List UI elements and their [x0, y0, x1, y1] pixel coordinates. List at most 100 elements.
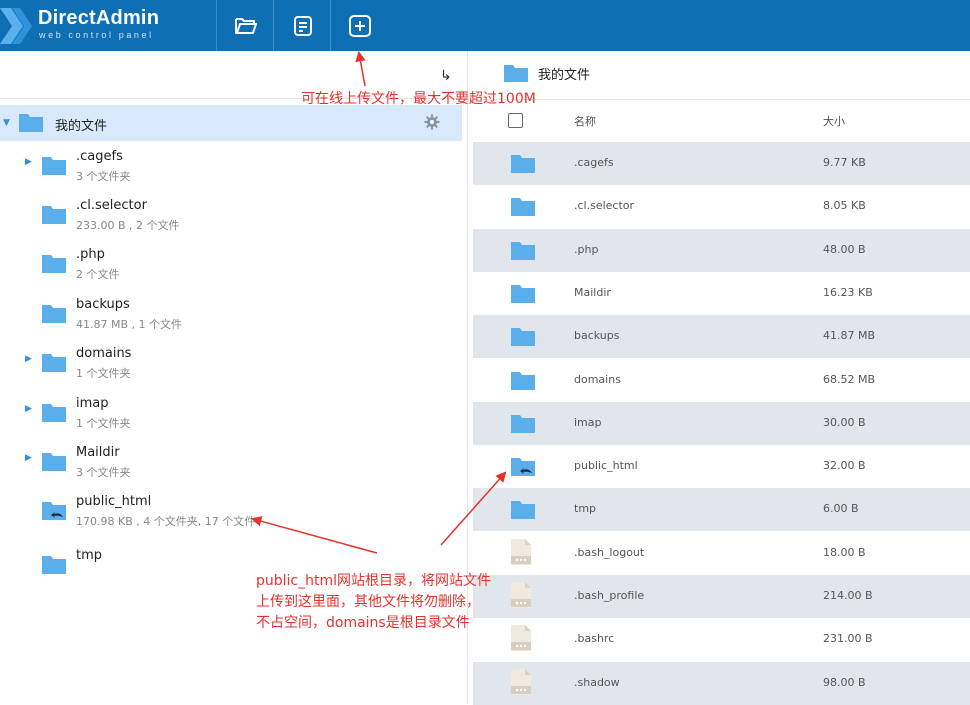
- public-html-note-line: public_html网站根目录，将网站文件: [256, 573, 492, 589]
- file-name: .shadow: [574, 675, 620, 689]
- folder-icon: [42, 404, 66, 422]
- public-html-note-line: 上传到这里面，其他文件将勿删除，: [256, 594, 480, 610]
- folder-link-icon: [42, 502, 66, 520]
- column-header-name[interactable]: 名称: [574, 113, 596, 129]
- folder-icon: [511, 155, 535, 173]
- file-row[interactable]: .cl.selector 8.05 KB: [473, 185, 970, 228]
- top-bar: DirectAdmin web control panel: [0, 0, 970, 51]
- file-row[interactable]: public_html 32.00 B: [473, 445, 970, 488]
- tree-item-meta: 3 个文件夹: [76, 170, 131, 183]
- folder-icon: [42, 157, 66, 175]
- tree-item[interactable]: ▶ imap 1 个文件夹: [0, 396, 460, 442]
- tree-item[interactable]: .php 2 个文件: [0, 247, 460, 293]
- document-button[interactable]: [274, 0, 331, 51]
- folder-icon: [504, 65, 528, 82]
- folder-icon: [42, 354, 66, 372]
- folder-icon: [42, 305, 66, 323]
- tree-item-name: imap: [76, 396, 109, 411]
- column-header-size[interactable]: 大小: [823, 113, 845, 129]
- tree-item-meta: 41.87 MB , 1 个文件: [76, 318, 183, 331]
- caret-right-icon[interactable]: ▶: [25, 354, 32, 364]
- tree-item-name: tmp: [76, 548, 103, 563]
- plus-square-icon: [348, 14, 371, 37]
- file-name: .cagefs: [574, 156, 614, 169]
- tree-item[interactable]: ▶ domains 1 个文件夹: [0, 346, 460, 392]
- folder-icon: [511, 501, 535, 520]
- tree-item-name: domains: [76, 346, 132, 361]
- file-icon: [511, 668, 531, 695]
- gear-icon[interactable]: [424, 114, 440, 130]
- tree-item-name: .cl.selector: [76, 198, 147, 213]
- file-name: public_html: [574, 459, 638, 473]
- file-name: tmp: [574, 502, 597, 516]
- file-name: .cl.selector: [574, 199, 635, 213]
- file-icon: [511, 538, 531, 565]
- file-row[interactable]: backups 41.87 MB: [473, 315, 970, 359]
- file-name: domains: [574, 372, 621, 386]
- file-row[interactable]: .cagefs 9.77 KB: [473, 142, 970, 185]
- tree-item[interactable]: backups 41.87 MB , 1 个文件: [0, 297, 460, 343]
- folder-icon: [42, 206, 66, 224]
- folder-icon: [42, 556, 66, 574]
- tree-item-name: Maildir: [76, 445, 120, 460]
- tree-item-meta: 1 个文件夹: [76, 367, 131, 380]
- file-size: 32.00 B: [823, 459, 866, 473]
- file-row[interactable]: .bashrc 231.00 B: [473, 618, 970, 661]
- tree-item-meta: 2 个文件: [76, 268, 120, 281]
- file-size: 98.00 B: [823, 675, 866, 689]
- return-arrow-icon[interactable]: ↳: [440, 68, 452, 84]
- file-size: 6.00 B: [823, 502, 859, 516]
- file-size: 16.23 KB: [823, 285, 873, 299]
- folder-icon: [511, 284, 535, 303]
- file-list-panel: 我的文件 名称 大小 .cagefs 9.77 KB .cl.selector 8.0…: [468, 51, 970, 705]
- file-size: 9.77 KB: [823, 156, 866, 169]
- folder-open-button[interactable]: [217, 0, 274, 51]
- folder-icon: [511, 414, 535, 433]
- tree-item-name: backups: [76, 297, 130, 312]
- file-size: 8.05 KB: [823, 199, 866, 213]
- file-name: Maildir: [574, 285, 611, 299]
- upload-button[interactable]: [331, 0, 388, 51]
- file-icon: [511, 625, 531, 652]
- directadmin-logo-icon: [0, 8, 32, 44]
- file-icon: [511, 582, 531, 608]
- folder-icon: [511, 198, 535, 217]
- caret-right-icon[interactable]: ▶: [25, 453, 32, 463]
- tree-root-row[interactable]: ▼ 我的文件: [0, 105, 462, 141]
- tree-item[interactable]: ▶ Maildir 3 个文件夹: [0, 445, 460, 491]
- file-row[interactable]: .php 48.00 B: [473, 228, 970, 272]
- caret-down-icon[interactable]: ▼: [3, 118, 10, 128]
- file-row[interactable]: tmp 6.00 B: [473, 488, 970, 532]
- file-row[interactable]: .bash_profile 214.00 B: [473, 575, 970, 618]
- tree-item[interactable]: public_html 170.98 KB , 4 个文件夹, 17 个文件: [0, 494, 460, 540]
- tree-item-name: public_html: [76, 494, 152, 509]
- tree-item[interactable]: ▶ .cagefs 3 个文件夹: [0, 149, 460, 195]
- tree-item-meta: 1 个文件夹: [76, 417, 131, 430]
- tree-item-name: .cagefs: [76, 149, 123, 164]
- folder-icon: [511, 328, 535, 347]
- file-name: backups: [574, 329, 620, 343]
- folder-open-icon: [234, 17, 257, 34]
- file-row[interactable]: .bash_logout 18.00 B: [473, 532, 970, 575]
- logo[interactable]: DirectAdmin web control panel: [0, 0, 220, 51]
- public-html-note-line: 不占空间，domains是根目录文件: [256, 615, 470, 631]
- file-row[interactable]: Maildir 16.23 KB: [473, 272, 970, 315]
- folder-link-icon: [511, 458, 535, 477]
- tree-item-meta: 170.98 KB , 4 个文件夹, 17 个文件: [76, 515, 256, 528]
- folder-icon: [42, 453, 66, 471]
- select-all-checkbox[interactable]: [508, 113, 523, 128]
- file-name: imap: [574, 415, 602, 429]
- brand-tagline: web control panel: [39, 30, 154, 40]
- file-name: .bash_logout: [574, 545, 645, 559]
- tree-item[interactable]: .cl.selector 233.00 B , 2 个文件: [0, 198, 460, 244]
- file-row[interactable]: domains 68.52 MB: [473, 359, 970, 402]
- caret-right-icon[interactable]: ▶: [25, 157, 32, 167]
- caret-right-icon[interactable]: ▶: [25, 404, 32, 414]
- file-row[interactable]: imap 30.00 B: [473, 401, 970, 445]
- file-size: 214.00 B: [823, 589, 873, 602]
- file-row[interactable]: .shadow 98.00 B: [473, 661, 970, 705]
- file-name: .bash_profile: [574, 589, 645, 602]
- file-size: 48.00 B: [823, 242, 866, 256]
- file-size: 231.00 B: [823, 632, 873, 646]
- public-html-note: public_html网站根目录，将网站文件 上传到这里面，其他文件将勿删除， …: [256, 571, 491, 634]
